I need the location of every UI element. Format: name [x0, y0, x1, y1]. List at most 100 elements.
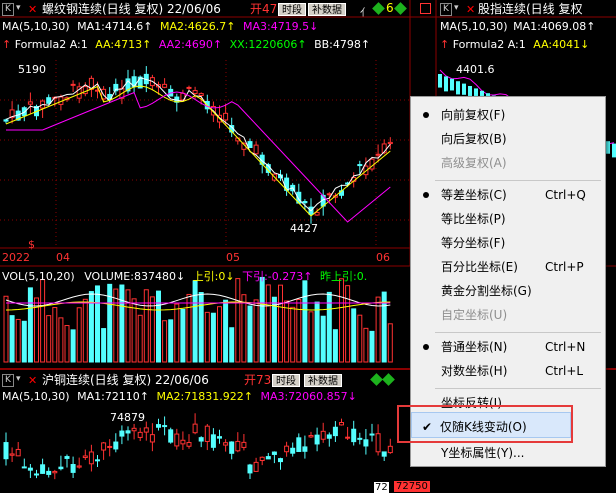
candle-body	[143, 427, 149, 433]
aa2-value: AA2:4690↑	[158, 38, 223, 51]
volume-bar	[125, 289, 131, 363]
candle-body	[357, 437, 363, 440]
right-dropdown-icon[interactable]: ▾	[454, 3, 459, 13]
candle-body	[70, 464, 76, 473]
bottom-supplement-data-button[interactable]: 补数据	[304, 374, 342, 387]
top-formula-row: ↑ Formula2 A:1 AA:4713↑ AA2:4690↑ XX:122…	[2, 38, 370, 52]
candle-body	[27, 101, 33, 105]
axis-month-04: 04	[56, 251, 70, 264]
bottom-chart-title: 沪铜连续(日线 复权) 22/06/06	[42, 373, 209, 387]
bottom-dropdown-icon[interactable]: ▾	[16, 374, 21, 384]
vol-header-row: VOL(5,10,20) VOLUME:837480↓ 上引:0↓ 下引:-0.…	[2, 270, 367, 284]
menu-item-backward-adjust[interactable]: 向后复权(B)	[411, 128, 605, 150]
dollar-marker-icon: $	[28, 238, 35, 251]
menu-item-normal-axis[interactable]: 普通坐标(N) Ctrl+N	[411, 336, 605, 358]
menu-item-golden-axis[interactable]: 黄金分割坐标(G)	[411, 280, 605, 302]
menu-item-ratio-axis[interactable]: 等比坐标(P)	[411, 208, 605, 230]
panel-close-icon[interactable]: ✕	[28, 3, 37, 16]
candle-body	[186, 86, 192, 89]
candle-body	[387, 141, 393, 145]
vol-ma1-line	[5, 293, 391, 307]
bottom-ma3-value: MA3:72060.857↓	[260, 390, 357, 403]
candle-body	[131, 427, 137, 432]
menu-item-forward-adjust[interactable]: 向前复权(F)	[411, 104, 605, 126]
aa-value: AA:4713↑	[95, 38, 152, 51]
top-code-right: 6	[386, 1, 394, 15]
candle-body	[107, 445, 113, 448]
candle-body	[40, 464, 46, 474]
menu-item-y-axis-props[interactable]: Y坐标属性(Y)...	[411, 442, 605, 464]
candle-body	[156, 424, 161, 428]
candle-body	[3, 119, 9, 122]
period-button[interactable]: 时段	[278, 3, 306, 16]
volume-bar	[174, 303, 180, 363]
volume-bar	[40, 279, 46, 363]
candle-body	[357, 164, 363, 167]
candle-body	[88, 451, 94, 465]
menu-separator	[435, 180, 601, 181]
volume-bar	[369, 330, 375, 363]
ma1-value: MA1:4714.6↑	[77, 20, 153, 33]
candle-body	[223, 112, 229, 121]
candle-body	[223, 442, 229, 446]
volume-bar	[351, 308, 357, 363]
candle-body	[345, 436, 351, 439]
ma2-value: MA2:4626.7↑	[160, 20, 236, 33]
candle-body	[462, 83, 466, 95]
bottom-price-tag-small: 72	[374, 482, 389, 493]
menu-item-percent-axis[interactable]: 百分比坐标(E) Ctrl+P	[411, 256, 605, 278]
right-close-icon[interactable]: ✕	[466, 3, 475, 16]
menu-item-log-axis[interactable]: 对数坐标(H) Ctrl+L	[411, 360, 605, 382]
candle-body	[612, 143, 616, 158]
volume-bar	[46, 315, 52, 363]
candle-body	[15, 448, 21, 457]
bottom-k-button[interactable]: K	[2, 374, 14, 387]
volume-bar	[204, 311, 210, 363]
candle-body	[192, 90, 198, 94]
volume-bar	[156, 290, 161, 363]
maximize-icon[interactable]	[420, 3, 431, 14]
volume-bar	[143, 289, 149, 363]
candle-body	[192, 423, 198, 434]
candle-body	[450, 78, 454, 91]
bottom-period-button[interactable]: 时段	[272, 374, 300, 387]
ma3-line	[6, 91, 391, 223]
right-formula-arrow-icon: ↑	[440, 38, 450, 51]
menu-item-arithmetic-axis[interactable]: 等差坐标(C) Ctrl+Q	[411, 184, 605, 206]
candle-body	[308, 434, 314, 438]
candle-body	[381, 451, 387, 457]
volume-bar	[137, 314, 143, 363]
volume-bar	[76, 307, 82, 363]
candle-body	[387, 445, 393, 454]
volume-bar	[271, 296, 277, 363]
candle-body	[229, 441, 235, 454]
right-k-button[interactable]: K	[440, 3, 452, 16]
bottom-ma-label: MA(5,10,30)	[2, 390, 70, 403]
candle-body	[180, 439, 186, 445]
top-low-label: 4427	[290, 222, 318, 235]
candle-body	[34, 473, 39, 476]
candle-body	[46, 97, 52, 104]
volume-bar	[314, 301, 320, 363]
volume-bar	[308, 311, 314, 363]
candle-body	[296, 437, 302, 452]
bottom-close-icon[interactable]: ✕	[28, 374, 37, 387]
panel-k-button[interactable]: K	[2, 3, 14, 16]
candle-body	[339, 422, 344, 426]
panel-dropdown-icon[interactable]: ▾	[16, 3, 21, 13]
volume-bar	[320, 315, 326, 363]
volume-bar	[186, 293, 192, 363]
candle-body	[27, 467, 33, 471]
candle-body	[438, 74, 442, 88]
bottom-ma-row: MA(5,10,30) MA1:72110↑ MA2:71831.922↑ MA…	[2, 390, 357, 404]
menu-item-equal-division-axis[interactable]: 等分坐标(F)	[411, 232, 605, 254]
volume-bar	[345, 285, 351, 363]
volume-bar	[241, 294, 247, 363]
candle-body	[375, 153, 381, 156]
volume-bar	[162, 320, 168, 363]
candle-body	[162, 425, 168, 428]
menu-item-label: 向前复权(F)	[441, 108, 506, 122]
radio-dot-icon	[423, 192, 429, 198]
supplement-data-button[interactable]: 补数据	[308, 3, 346, 16]
volume-bar	[21, 320, 27, 363]
